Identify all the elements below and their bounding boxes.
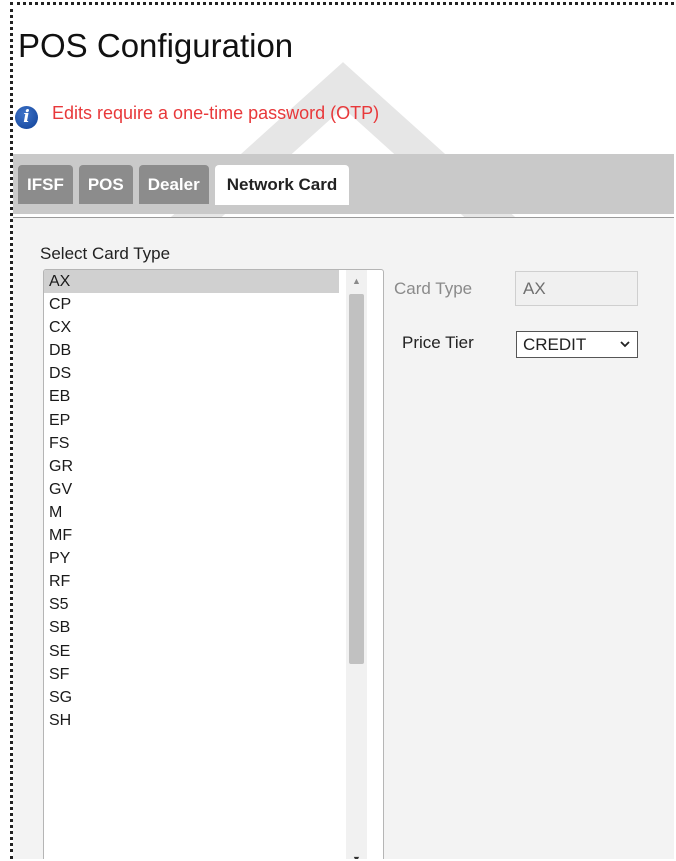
card-type-option[interactable]: M: [44, 501, 339, 524]
tab-list: IFSF POS Dealer Network Card: [18, 165, 355, 205]
card-type-option[interactable]: SE: [44, 640, 339, 663]
price-tier-select[interactable]: CREDIT: [516, 331, 638, 358]
tab-ifsf[interactable]: IFSF: [18, 165, 73, 204]
card-type-option[interactable]: S5: [44, 593, 339, 616]
notice-text: Edits require a one-time password (OTP): [52, 102, 380, 123]
tab-bar: IFSF POS Dealer Network Card: [13, 154, 674, 214]
listbox-scrollbar[interactable]: ▲ ▼: [346, 270, 367, 859]
card-type-option[interactable]: FS: [44, 432, 339, 455]
scroll-thumb[interactable]: [349, 294, 364, 664]
card-type-listbox[interactable]: AX CP CX DB DS EB EP FS GR GV M MF PY RF S5 SB SE SF SG SH …: [43, 269, 384, 859]
card-type-option[interactable]: SF: [44, 663, 339, 686]
select-card-type-label: Select Card Type: [40, 244, 171, 263]
card-type-option[interactable]: SG: [44, 686, 339, 709]
card-type-option[interactable]: RF: [44, 570, 339, 593]
card-type-option[interactable]: GR: [44, 455, 339, 478]
page-title: POS Configuration: [18, 27, 294, 64]
info-icon: i: [15, 105, 38, 129]
card-type-label: Card Type: [394, 279, 473, 298]
otp-notice: i Edits require a one-time password (OTP…: [15, 100, 380, 129]
price-tier-label: Price Tier: [402, 333, 474, 352]
tab-dealer[interactable]: Dealer: [138, 165, 209, 204]
card-type-option[interactable]: SH: [44, 709, 339, 732]
card-type-list: AX CP CX DB DS EB EP FS GR GV M MF PY RF S5 SB SE SF SG SH: [44, 270, 383, 732]
card-type-field: AX: [515, 271, 638, 306]
card-type-option[interactable]: SB: [44, 616, 339, 639]
card-type-option[interactable]: MF: [44, 524, 339, 547]
scroll-up-arrow-icon[interactable]: ▲: [346, 270, 367, 292]
card-type-option[interactable]: EP: [44, 409, 339, 432]
app-frame: POS Configuration i Edits require a one-…: [10, 2, 674, 859]
card-type-option[interactable]: AX: [44, 270, 339, 294]
chevron-down-icon: [619, 332, 631, 365]
card-type-option[interactable]: CX: [44, 316, 339, 339]
card-type-option[interactable]: CP: [44, 293, 339, 316]
tab-network-card[interactable]: Network Card: [214, 165, 350, 205]
price-tier-value: CREDIT: [523, 335, 587, 354]
scroll-down-arrow-icon[interactable]: ▼: [346, 848, 367, 859]
card-type-option[interactable]: EB: [44, 385, 339, 408]
card-type-option[interactable]: DS: [44, 362, 339, 385]
tab-pos[interactable]: POS: [78, 165, 133, 204]
card-type-option[interactable]: PY: [44, 547, 339, 570]
network-card-panel: Select Card Type AX CP CX DB DS EB EP FS GR GV M MF…: [13, 217, 674, 859]
card-type-option[interactable]: DB: [44, 339, 339, 362]
card-type-option[interactable]: GV: [44, 478, 339, 501]
